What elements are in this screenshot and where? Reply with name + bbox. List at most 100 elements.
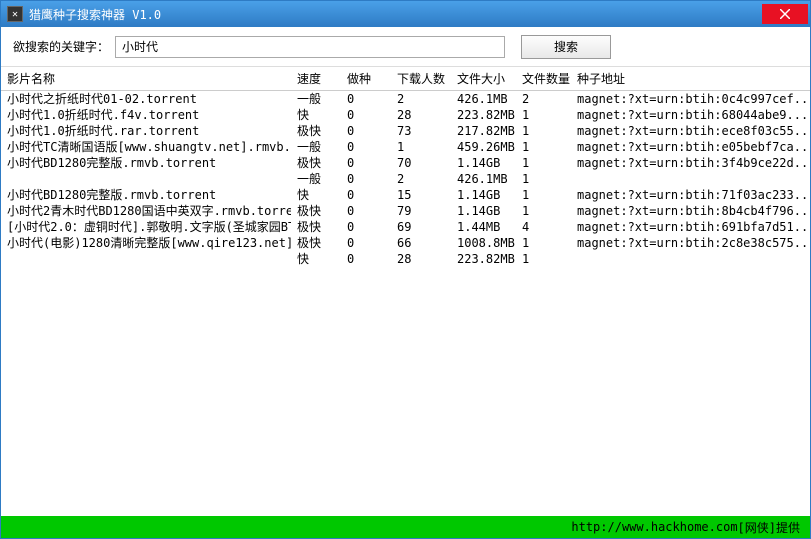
cell-size: 1.14GB xyxy=(451,155,516,171)
table-row[interactable]: 快028223.82MB1 xyxy=(1,251,810,267)
cell-size: 426.1MB xyxy=(451,91,516,108)
results-table: 影片名称 速度 做种 下载人数 文件大小 文件数量 种子地址 小时代之折纸时代0… xyxy=(1,67,810,267)
table-row[interactable]: 一般02426.1MB1 xyxy=(1,171,810,187)
table-row[interactable]: 小时代1.0折纸时代.f4v.torrent快028223.82MB1magne… xyxy=(1,107,810,123)
cell-downloads: 28 xyxy=(391,107,451,123)
cell-size: 223.82MB xyxy=(451,251,516,267)
cell-downloads: 2 xyxy=(391,91,451,108)
cell-count: 1 xyxy=(516,235,571,251)
cell-seed: 0 xyxy=(341,171,391,187)
cell-size: 223.82MB xyxy=(451,107,516,123)
cell-speed: 极快 xyxy=(291,123,341,139)
cell-downloads: 2 xyxy=(391,171,451,187)
cell-size: 459.26MB xyxy=(451,139,516,155)
statusbar-link[interactable]: http://www.hackhome.com xyxy=(571,520,737,534)
cell-size: 1008.8MB xyxy=(451,235,516,251)
cell-name: 小时代2青木时代BD1280国语中英双字.rmvb.torrent xyxy=(1,203,291,219)
col-count[interactable]: 文件数量 xyxy=(516,67,571,91)
cell-seed: 0 xyxy=(341,219,391,235)
cell-seed: 0 xyxy=(341,251,391,267)
table-row[interactable]: 小时代(电影)1280清晰完整版[www.qire123.net].rm...极… xyxy=(1,235,810,251)
cell-speed: 极快 xyxy=(291,203,341,219)
cell-count: 1 xyxy=(516,171,571,187)
cell-seed: 0 xyxy=(341,235,391,251)
cell-magnet: magnet:?xt=urn:btih:8b4cb4f796... xyxy=(571,203,810,219)
close-button[interactable] xyxy=(762,4,808,24)
cell-downloads: 15 xyxy=(391,187,451,203)
col-name[interactable]: 影片名称 xyxy=(1,67,291,91)
cell-seed: 0 xyxy=(341,123,391,139)
cell-magnet: magnet:?xt=urn:btih:2c8e38c575... xyxy=(571,235,810,251)
cell-magnet: magnet:?xt=urn:btih:71f03ac233... xyxy=(571,187,810,203)
cell-magnet: magnet:?xt=urn:btih:e05bebf7ca... xyxy=(571,139,810,155)
search-input[interactable] xyxy=(115,36,505,58)
app-icon: ✕ xyxy=(7,6,23,22)
cell-count: 1 xyxy=(516,203,571,219)
cell-name: 小时代之折纸时代01-02.torrent xyxy=(1,91,291,108)
col-downloads[interactable]: 下载人数 xyxy=(391,67,451,91)
results-panel[interactable]: 影片名称 速度 做种 下载人数 文件大小 文件数量 种子地址 小时代之折纸时代0… xyxy=(1,67,810,516)
cell-magnet: magnet:?xt=urn:btih:691bfa7d51... xyxy=(571,219,810,235)
cell-seed: 0 xyxy=(341,91,391,108)
col-magnet[interactable]: 种子地址 xyxy=(571,67,810,91)
table-row[interactable]: 小时代TC清晰国语版[www.shuangtv.net].rmvb.torren… xyxy=(1,139,810,155)
col-size[interactable]: 文件大小 xyxy=(451,67,516,91)
cell-speed: 极快 xyxy=(291,219,341,235)
close-icon xyxy=(780,9,790,19)
cell-name: 小时代TC清晰国语版[www.shuangtv.net].rmvb.torren… xyxy=(1,139,291,155)
table-row[interactable]: [小时代2.0：虚铜时代].郭敬明.文字版(圣城家园BT...极快0691.44… xyxy=(1,219,810,235)
titlebar: ✕ 猎鹰种子搜索神器 V1.0 xyxy=(1,1,810,27)
table-header-row: 影片名称 速度 做种 下载人数 文件大小 文件数量 种子地址 xyxy=(1,67,810,91)
cell-downloads: 73 xyxy=(391,123,451,139)
cell-downloads: 66 xyxy=(391,235,451,251)
cell-seed: 0 xyxy=(341,155,391,171)
cell-speed: 极快 xyxy=(291,235,341,251)
cell-speed: 快 xyxy=(291,187,341,203)
cell-speed: 一般 xyxy=(291,171,341,187)
cell-name xyxy=(1,171,291,187)
window-title: 猎鹰种子搜索神器 V1.0 xyxy=(29,6,762,23)
cell-count: 2 xyxy=(516,91,571,108)
search-label: 欲搜索的关键字： xyxy=(13,38,109,55)
table-row[interactable]: 小时代2青木时代BD1280国语中英双字.rmvb.torrent极快0791.… xyxy=(1,203,810,219)
cell-speed: 一般 xyxy=(291,139,341,155)
app-window: ✕ 猎鹰种子搜索神器 V1.0 欲搜索的关键字： 搜索 影片名称 速度 做种 下… xyxy=(0,0,811,539)
cell-seed: 0 xyxy=(341,139,391,155)
table-row[interactable]: 小时代1.0折纸时代.rar.torrent极快073217.82MB1magn… xyxy=(1,123,810,139)
cell-name: 小时代BD1280完整版.rmvb.torrent xyxy=(1,155,291,171)
cell-name: [小时代2.0：虚铜时代].郭敬明.文字版(圣城家园BT... xyxy=(1,219,291,235)
cell-magnet xyxy=(571,171,810,187)
search-button[interactable]: 搜索 xyxy=(521,35,611,59)
cell-count: 4 xyxy=(516,219,571,235)
cell-magnet: magnet:?xt=urn:btih:3f4b9ce22d... xyxy=(571,155,810,171)
cell-count: 1 xyxy=(516,155,571,171)
cell-speed: 快 xyxy=(291,107,341,123)
cell-name: 小时代(电影)1280清晰完整版[www.qire123.net].rm... xyxy=(1,235,291,251)
cell-size: 1.14GB xyxy=(451,187,516,203)
cell-magnet xyxy=(571,251,810,267)
cell-name xyxy=(1,251,291,267)
cell-speed: 一般 xyxy=(291,91,341,108)
cell-downloads: 28 xyxy=(391,251,451,267)
cell-downloads: 1 xyxy=(391,139,451,155)
col-speed[interactable]: 速度 xyxy=(291,67,341,91)
cell-seed: 0 xyxy=(341,107,391,123)
table-row[interactable]: 小时代BD1280完整版.rmvb.torrent极快0701.14GB1mag… xyxy=(1,155,810,171)
cell-downloads: 70 xyxy=(391,155,451,171)
table-row[interactable]: 小时代BD1280完整版.rmvb.torrent快0151.14GB1magn… xyxy=(1,187,810,203)
col-seed[interactable]: 做种 xyxy=(341,67,391,91)
cell-downloads: 69 xyxy=(391,219,451,235)
cell-count: 1 xyxy=(516,187,571,203)
cell-count: 1 xyxy=(516,107,571,123)
cell-count: 1 xyxy=(516,139,571,155)
cell-speed: 快 xyxy=(291,251,341,267)
cell-count: 1 xyxy=(516,123,571,139)
statusbar-suffix: [网侠]提供 xyxy=(738,519,800,536)
cell-size: 1.14GB xyxy=(451,203,516,219)
cell-name: 小时代1.0折纸时代.rar.torrent xyxy=(1,123,291,139)
cell-seed: 0 xyxy=(341,203,391,219)
table-row[interactable]: 小时代之折纸时代01-02.torrent一般02426.1MB2magnet:… xyxy=(1,91,810,108)
cell-name: 小时代BD1280完整版.rmvb.torrent xyxy=(1,187,291,203)
cell-size: 426.1MB xyxy=(451,171,516,187)
search-bar: 欲搜索的关键字： 搜索 xyxy=(1,27,810,67)
